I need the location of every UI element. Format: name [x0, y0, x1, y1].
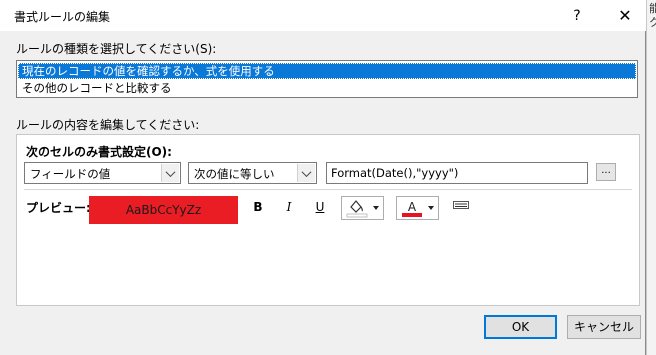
underline-button[interactable]: U: [310, 198, 330, 216]
preview-sample: AaBbCcYyZz: [89, 196, 238, 224]
italic-button[interactable]: I: [279, 198, 299, 216]
background-window-edge: 能 ク: [646, 0, 656, 355]
operator-combo[interactable]: 次の値に等しい: [188, 162, 317, 184]
fill-bucket-icon: [346, 200, 368, 218]
background-glyph: ク: [649, 16, 656, 29]
font-color-button[interactable]: A: [396, 196, 439, 220]
cancel-button[interactable]: キャンセル: [567, 315, 641, 339]
border-icon[interactable]: [453, 201, 469, 209]
fill-color-button[interactable]: [341, 196, 384, 220]
expression-input[interactable]: Format(Date(),"yyyy"): [326, 162, 588, 184]
caret-down-icon: [428, 206, 434, 210]
svg-text:A: A: [408, 200, 417, 214]
chevron-down-icon[interactable]: [161, 164, 179, 182]
bold-button[interactable]: B: [248, 198, 268, 216]
divider: [24, 189, 632, 190]
preview-label: プレビュー:: [26, 201, 91, 215]
font-color-icon: A: [402, 200, 422, 217]
operator-combo-value: 次の値に等しい: [194, 167, 275, 181]
list-item[interactable]: その他のレコードと比較する: [18, 80, 636, 96]
chevron-down-icon[interactable]: [297, 164, 315, 182]
field-value-combo[interactable]: フィールドの値: [24, 162, 181, 184]
title-bar: 書式ルールの編集 ? ✕: [0, 0, 646, 31]
edit-format-rule-dialog: 書式ルールの編集 ? ✕ ルールの種類を選択してください(S): 現在のレコード…: [0, 0, 646, 355]
rule-content-label: ルールの内容を編集してください:: [16, 118, 200, 132]
list-item[interactable]: 現在のレコードの値を確認するか、式を使用する: [18, 63, 636, 79]
caret-down-icon: [373, 206, 379, 210]
close-button[interactable]: ✕: [610, 4, 640, 28]
expression-value: Format(Date(),"yyyy"): [331, 166, 459, 180]
cell-format-label: 次のセルのみ書式設定(O):: [26, 145, 172, 159]
ok-button[interactable]: OK: [484, 315, 557, 339]
dialog-title: 書式ルールの編集: [14, 10, 111, 24]
rule-type-label: ルールの種類を選択してください(S):: [16, 42, 217, 56]
rule-type-list[interactable]: 現在のレコードの値を確認するか、式を使用する その他のレコードと比較する: [16, 60, 638, 98]
field-value-combo-value: フィールドの値: [30, 167, 111, 181]
expression-builder-button[interactable]: ...: [596, 163, 616, 181]
help-button[interactable]: ?: [562, 4, 592, 28]
